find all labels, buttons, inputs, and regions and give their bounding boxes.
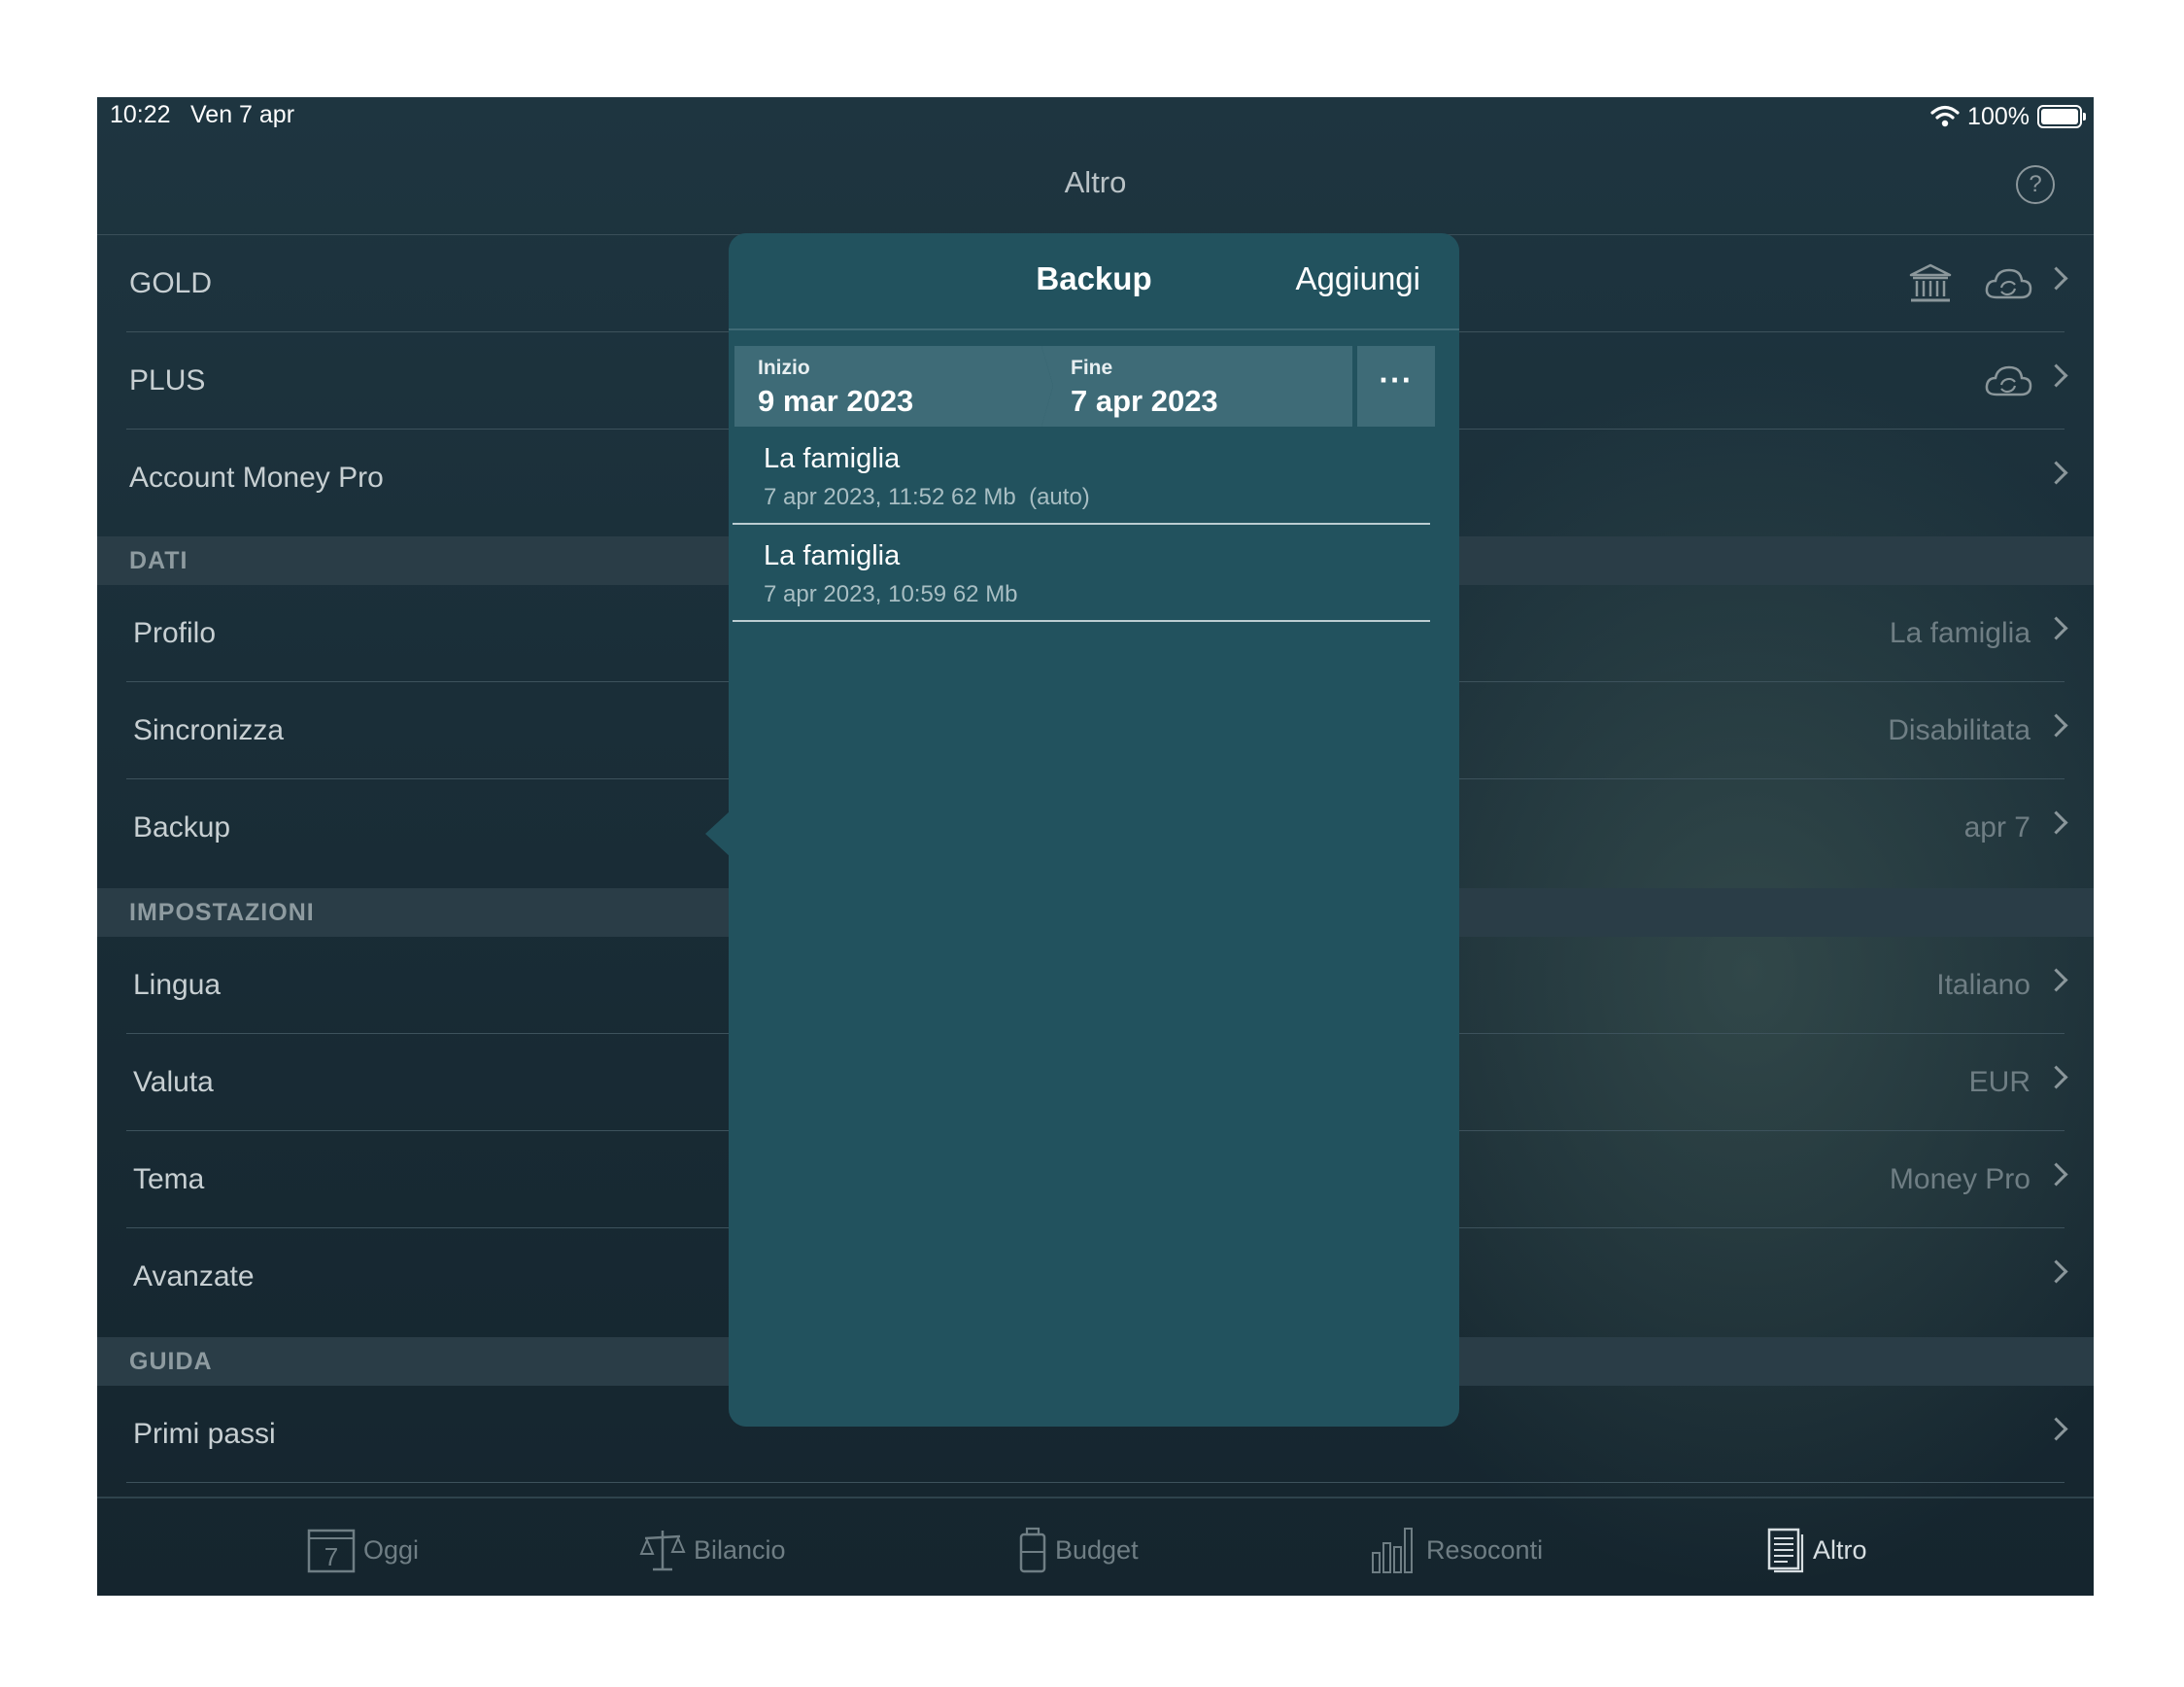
row-avanzate-label: Avanzate [133, 1260, 255, 1292]
row-profilo-label: Profilo [133, 617, 217, 649]
backup-item-meta: 7 apr 2023, 10:59 62 Mb [764, 581, 1018, 607]
backup-item[interactable]: La famiglia 7 apr 2023, 11:52 62 Mb (aut… [733, 428, 1430, 525]
device-screen: 10:22 Ven 7 apr 100% Altro ? GOLD PLUS A… [97, 97, 2094, 1596]
row-tema-label: Tema [133, 1163, 205, 1195]
chevron-right-icon [2044, 1065, 2068, 1089]
chevron-right-icon [2044, 616, 2068, 640]
chevron-right-icon [2044, 810, 2068, 835]
battery-budget-icon [1019, 1527, 1046, 1573]
section-dati-label: DATI [129, 547, 188, 574]
calendar-day: 7 [324, 1542, 338, 1571]
tab-resoconti[interactable]: Resoconti [1370, 1526, 1543, 1574]
row-backup-value: apr 7 [1963, 811, 2030, 844]
row-sincronizza-value: Disabilitata [1888, 714, 2030, 746]
popover-arrow [705, 810, 731, 857]
row-plus-label: PLUS [129, 364, 206, 396]
status-time: 10:22 [110, 101, 171, 128]
bar-chart-icon [1372, 1528, 1413, 1573]
chevron-right-icon [2044, 461, 2068, 485]
tab-altro[interactable]: Altro [1766, 1526, 1867, 1574]
chevron-right-icon [2044, 266, 2068, 291]
backup-item-name: La famiglia [764, 443, 901, 474]
chevron-right-icon [2044, 713, 2068, 738]
row-primi-passi-label: Primi passi [133, 1418, 276, 1450]
help-button[interactable]: ? [2016, 165, 2055, 204]
battery-percent: 100% [1967, 102, 2030, 130]
status-date: Ven 7 apr [190, 101, 295, 128]
tab-bilancio[interactable]: Bilancio [639, 1526, 786, 1574]
row-lingua-label: Lingua [133, 969, 222, 1001]
section-guida-label: GUIDA [129, 1348, 213, 1375]
cloud-sync-icon[interactable] [1983, 264, 2033, 303]
chevron-right-icon [2044, 1417, 2068, 1441]
cloud-sync-icon[interactable] [1983, 362, 2033, 400]
start-date-selector[interactable]: Inizio 9 mar 2023 [734, 346, 1053, 427]
chevron-right-icon [2044, 968, 2068, 992]
tab-resoconti-label: Resoconti [1426, 1534, 1544, 1565]
start-date-value: 9 mar 2023 [758, 384, 914, 418]
page-title: Altro [1064, 165, 1127, 199]
wifi-icon [1930, 105, 1960, 127]
end-date-value: 7 apr 2023 [1071, 384, 1218, 418]
row-profilo-value: La famiglia [1889, 617, 2030, 649]
section-impostazioni-label: IMPOSTAZIONI [129, 899, 315, 926]
balance-scale-icon [639, 1531, 686, 1571]
tab-oggi-label: Oggi [363, 1534, 420, 1565]
backup-item[interactable]: La famiglia 7 apr 2023, 10:59 62 Mb [733, 525, 1430, 622]
backup-item-meta: 7 apr 2023, 11:52 62 Mb (auto) [764, 484, 1090, 510]
row-sincronizza-label: Sincronizza [133, 714, 285, 746]
row-backup-label: Backup [133, 811, 231, 844]
row-account-label: Account Money Pro [129, 462, 384, 494]
bank-icon[interactable] [1908, 262, 1953, 305]
end-date-selector[interactable]: Fine 7 apr 2023 [1041, 346, 1352, 427]
row-tema-value: Money Pro [1889, 1163, 2030, 1195]
tab-budget-label: Budget [1055, 1534, 1139, 1565]
row-gold-label: GOLD [129, 267, 213, 299]
more-options-button[interactable]: ··· [1357, 346, 1435, 427]
status-indicators: 100% [1930, 101, 2086, 132]
battery-icon [2037, 105, 2086, 128]
tab-oggi[interactable]: 7 Oggi [307, 1526, 419, 1574]
chevron-right-icon [2044, 1162, 2068, 1187]
document-list-icon [1767, 1528, 1804, 1573]
tab-altro-label: Altro [1813, 1534, 1867, 1565]
backup-item-name: La famiglia [764, 540, 901, 571]
row-valuta-value: EUR [1968, 1066, 2030, 1098]
tab-budget[interactable]: Budget [1018, 1526, 1139, 1574]
row-valuta-label: Valuta [133, 1066, 214, 1098]
chevron-right-icon [2044, 1259, 2068, 1284]
add-backup-button[interactable]: Aggiungi [1296, 260, 1420, 297]
calendar-icon: 7 [307, 1529, 356, 1573]
backup-popover: Backup Aggiungi Inizio 9 mar 2023 Fine 7… [729, 233, 1459, 1427]
popover-divider [729, 328, 1459, 330]
start-date-label: Inizio [758, 357, 810, 379]
tab-bar-divider [97, 1497, 2094, 1498]
chevron-right-icon [2044, 363, 2068, 388]
tab-bilancio-label: Bilancio [694, 1534, 786, 1565]
end-date-label: Fine [1071, 357, 1113, 379]
row-lingua-value: Italiano [1936, 969, 2030, 1001]
